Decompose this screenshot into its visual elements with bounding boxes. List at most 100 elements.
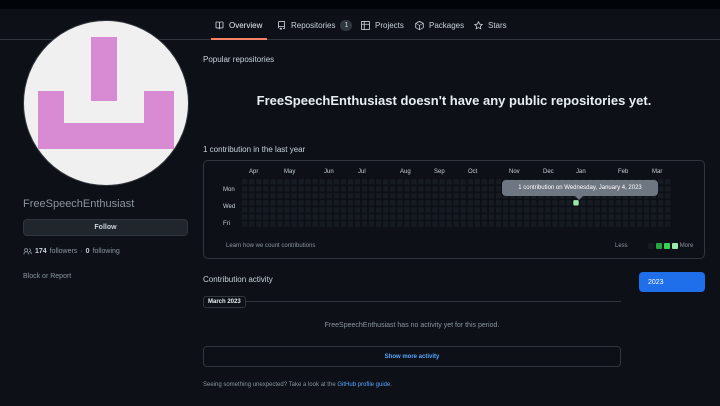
contribution-day[interactable] bbox=[531, 221, 537, 227]
contribution-day[interactable] bbox=[242, 179, 248, 185]
contribution-day[interactable] bbox=[361, 179, 368, 185]
contribution-day[interactable] bbox=[404, 186, 410, 192]
contribution-day[interactable] bbox=[432, 207, 438, 213]
contribution-day[interactable] bbox=[622, 200, 629, 206]
contribution-day[interactable] bbox=[615, 200, 621, 206]
contribution-day[interactable] bbox=[552, 207, 558, 213]
contribution-day[interactable] bbox=[566, 207, 572, 213]
contribution-day[interactable] bbox=[411, 221, 417, 227]
contribution-day[interactable] bbox=[361, 207, 368, 213]
contribution-day[interactable] bbox=[411, 200, 417, 206]
contribution-day[interactable] bbox=[411, 214, 417, 220]
contribution-day[interactable] bbox=[404, 207, 410, 213]
contribution-day[interactable] bbox=[347, 179, 354, 185]
contribution-day[interactable] bbox=[291, 186, 297, 192]
contribution-day[interactable] bbox=[411, 179, 417, 185]
contribution-day[interactable] bbox=[580, 200, 586, 206]
contribution-day[interactable] bbox=[453, 221, 459, 227]
contribution-day[interactable] bbox=[531, 200, 537, 206]
contribution-day[interactable] bbox=[425, 200, 431, 206]
contribution-day[interactable] bbox=[460, 221, 466, 227]
contribution-day[interactable] bbox=[291, 207, 297, 213]
contribution-day[interactable] bbox=[474, 207, 480, 213]
contribution-day[interactable] bbox=[467, 200, 473, 206]
contribution-day[interactable] bbox=[665, 186, 671, 192]
contribution-day[interactable] bbox=[657, 207, 664, 213]
contribution-day[interactable] bbox=[488, 221, 495, 227]
contribution-day[interactable] bbox=[263, 193, 269, 199]
contribution-day[interactable] bbox=[657, 221, 664, 227]
contribution-day[interactable] bbox=[347, 207, 354, 213]
contribution-day[interactable] bbox=[502, 200, 509, 206]
contribution-day[interactable] bbox=[601, 200, 607, 206]
contribution-day[interactable] bbox=[439, 186, 445, 192]
contribution-day[interactable] bbox=[375, 193, 382, 199]
contribution-day[interactable] bbox=[524, 200, 530, 206]
contribution-day[interactable] bbox=[467, 193, 473, 199]
contribution-day[interactable] bbox=[488, 207, 495, 213]
contribution-day[interactable] bbox=[319, 207, 325, 213]
contribution-day[interactable] bbox=[383, 179, 389, 185]
contribution-day[interactable] bbox=[249, 214, 255, 220]
contribution-day[interactable] bbox=[636, 214, 643, 220]
contribution-day[interactable] bbox=[643, 214, 650, 220]
contribution-day[interactable] bbox=[446, 221, 452, 227]
contribution-day[interactable] bbox=[531, 207, 537, 213]
contribution-day[interactable] bbox=[502, 214, 509, 220]
contribution-day[interactable] bbox=[425, 221, 431, 227]
contribution-day[interactable] bbox=[298, 207, 304, 213]
contribution-day[interactable] bbox=[425, 214, 431, 220]
contribution-day[interactable] bbox=[418, 186, 424, 192]
contribution-day[interactable] bbox=[446, 200, 452, 206]
contribution-day[interactable] bbox=[312, 200, 318, 206]
contribution-day[interactable] bbox=[495, 207, 502, 213]
contribution-day[interactable] bbox=[397, 221, 403, 227]
contribution-day[interactable] bbox=[390, 221, 396, 227]
contribution-day[interactable] bbox=[291, 193, 297, 199]
contribution-day[interactable] bbox=[305, 186, 311, 192]
contribution-day[interactable] bbox=[354, 193, 361, 199]
contribution-day[interactable] bbox=[312, 193, 318, 199]
contribution-day[interactable] bbox=[249, 200, 255, 206]
contribution-day[interactable] bbox=[298, 214, 304, 220]
contribution-day[interactable] bbox=[432, 186, 438, 192]
contribution-day[interactable] bbox=[354, 207, 361, 213]
contribution-day[interactable] bbox=[333, 193, 339, 199]
contribution-day[interactable] bbox=[650, 221, 657, 227]
contribution-day[interactable] bbox=[474, 214, 480, 220]
contribution-day[interactable] bbox=[650, 200, 657, 206]
contribution-day[interactable] bbox=[368, 221, 375, 227]
contribution-day[interactable] bbox=[495, 186, 502, 192]
contribution-day[interactable] bbox=[665, 221, 671, 227]
contribution-day[interactable] bbox=[665, 200, 671, 206]
contribution-day[interactable] bbox=[411, 207, 417, 213]
contribution-day[interactable] bbox=[347, 193, 354, 199]
contribution-day[interactable] bbox=[383, 221, 389, 227]
contribution-day[interactable] bbox=[488, 193, 495, 199]
contribution-day[interactable] bbox=[467, 186, 473, 192]
contribution-day[interactable] bbox=[657, 179, 664, 185]
contribution-day[interactable] bbox=[587, 207, 593, 213]
contribution-day[interactable] bbox=[361, 200, 368, 206]
contribution-day[interactable] bbox=[601, 214, 607, 220]
contribution-day[interactable] bbox=[354, 179, 361, 185]
contribution-day[interactable] bbox=[383, 200, 389, 206]
contribution-day[interactable] bbox=[404, 179, 410, 185]
contribution-day[interactable] bbox=[263, 186, 269, 192]
contribution-day[interactable] bbox=[347, 200, 354, 206]
contribution-day[interactable] bbox=[439, 207, 445, 213]
year-2023-button[interactable]: 2023 bbox=[639, 272, 705, 292]
contribution-day[interactable] bbox=[467, 221, 473, 227]
contribution-day[interactable] bbox=[340, 186, 347, 192]
contribution-day[interactable] bbox=[319, 179, 325, 185]
contribution-day[interactable] bbox=[284, 221, 290, 227]
contribution-day[interactable] bbox=[538, 207, 544, 213]
contribution-day[interactable] bbox=[298, 200, 304, 206]
contribution-day[interactable] bbox=[559, 207, 565, 213]
contribution-day[interactable] bbox=[333, 186, 339, 192]
contribution-day[interactable] bbox=[418, 214, 424, 220]
follow-button[interactable]: Follow bbox=[23, 219, 188, 236]
followers-label[interactable]: followers bbox=[50, 248, 78, 255]
contribution-day[interactable] bbox=[481, 221, 488, 227]
contribution-day[interactable] bbox=[256, 214, 262, 220]
